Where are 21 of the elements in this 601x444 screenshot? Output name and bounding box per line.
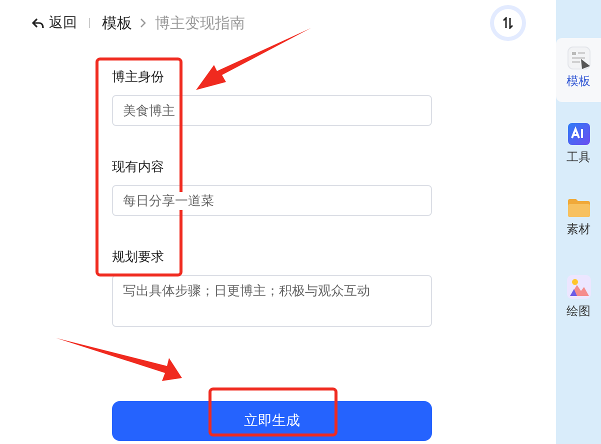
folder-icon bbox=[566, 198, 590, 218]
generate-button[interactable]: 立即生成 bbox=[112, 401, 432, 441]
breadcrumb-link[interactable]: 模板 bbox=[102, 14, 132, 32]
image-icon bbox=[566, 274, 592, 300]
sort-icon bbox=[502, 17, 514, 29]
sort-button[interactable] bbox=[494, 9, 522, 37]
sidebar-tab[interactable]: 绘图 bbox=[556, 266, 601, 330]
document-icon bbox=[566, 46, 590, 70]
ai-icon bbox=[566, 122, 590, 146]
field-label: 规划要求 bbox=[112, 249, 165, 266]
back-button[interactable]: 返回 bbox=[32, 14, 77, 32]
text-area[interactable]: 写出具体步骤；日更博主；积极与观众互动 bbox=[112, 275, 432, 327]
field-label: 现有内容 bbox=[112, 159, 165, 176]
input-field[interactable]: 美食博主 bbox=[112, 95, 432, 126]
input-field[interactable]: 每日分享一道菜 bbox=[112, 185, 432, 216]
sidebar-tab[interactable]: 素材 bbox=[556, 190, 601, 254]
back-icon bbox=[32, 18, 44, 28]
field-label: 博主身份 bbox=[112, 69, 165, 86]
chevron-icon bbox=[140, 18, 147, 28]
sidebar-tab[interactable]: 工具 bbox=[556, 114, 601, 178]
sidebar-tab[interactable]: 模板 bbox=[556, 38, 601, 102]
